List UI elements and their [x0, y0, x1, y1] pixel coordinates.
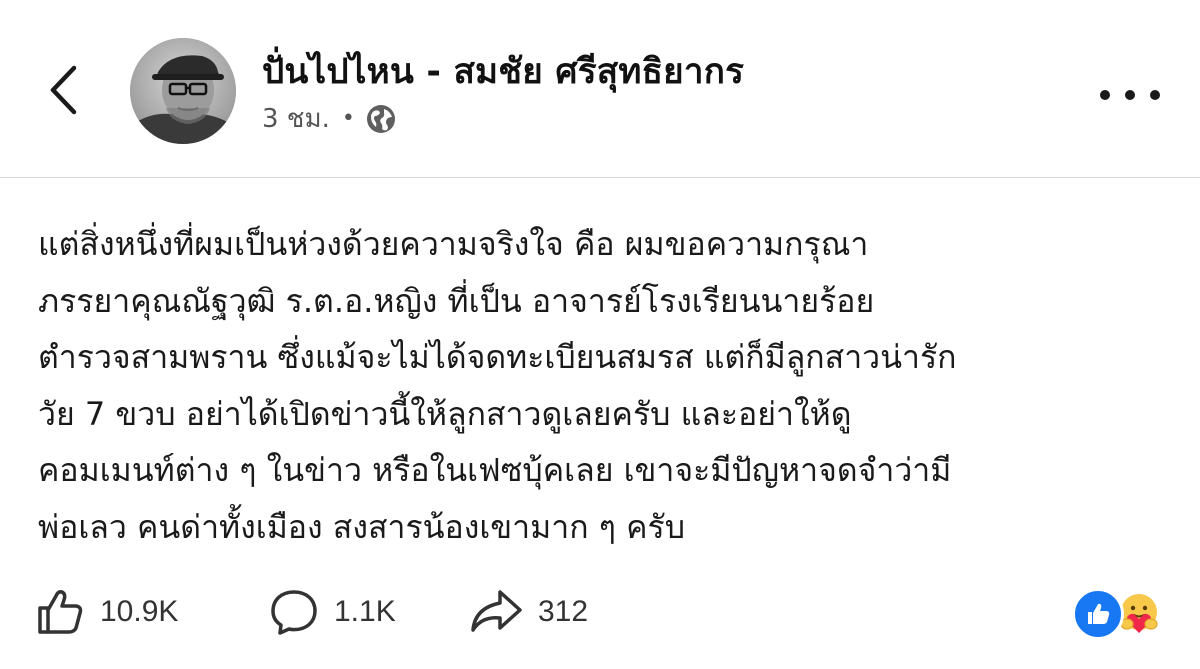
meta-separator: • [341, 106, 355, 131]
like-reaction-icon [1072, 588, 1124, 640]
avatar[interactable] [130, 38, 236, 144]
back-button[interactable] [40, 60, 86, 120]
like-button[interactable]: 10.9K [34, 580, 178, 644]
share-button[interactable]: 312 [468, 580, 588, 644]
share-count: 312 [538, 595, 589, 628]
post-text-line: พ่อเลว คนด่าทั้งเมือง สงสารน้องเขามาก ๆ … [38, 507, 686, 546]
post-text-line: แต่สิ่งหนึ่งที่ผมเป็นห่วงด้วยความจริงใจ … [38, 225, 869, 263]
more-horizontal-icon [1125, 90, 1135, 100]
like-count: 10.9K [100, 595, 179, 628]
avatar-photo [130, 38, 236, 144]
post-text-line: ภรรยาคุณณัฐวุฒิ ร.ต.อ.หญิง ที่เป็น อาจาร… [38, 281, 875, 320]
share-arrow-icon [471, 590, 522, 632]
comment-count: 1.1K [334, 595, 396, 628]
timestamp[interactable]: 3 ชม. [262, 98, 330, 139]
chevron-left-icon [50, 65, 77, 115]
post-text-line: ตำรวจสามพราน ซึ่งแม้จะไม่ได้จดทะเบียนสมร… [38, 338, 957, 376]
more-horizontal-icon [1150, 90, 1160, 100]
post-meta: 3 ชม. • [262, 98, 397, 139]
author-name[interactable]: ปั่นไปไหน - สมชัย ศรีสุทธิยากร [262, 44, 744, 99]
post-text-line: วัย 7 ขวบ อย่าได้เปิดข่าวนี้ให้ลูกสาวดูเ… [38, 394, 852, 433]
more-horizontal-icon [1100, 90, 1110, 100]
thumbs-up-icon [38, 590, 83, 634]
reactions-summary[interactable] [1072, 588, 1162, 640]
post-text-line: คอมเมนท์ต่าง ๆ ในข่าว หรือในเฟซบุ้คเลย เ… [38, 451, 952, 489]
globe-icon[interactable] [365, 103, 397, 135]
post-header: ปั่นไปไหน - สมชัย ศรีสุทธิยากร 3 ชม. • [0, 0, 1200, 178]
more-options-button[interactable] [1100, 80, 1160, 110]
comment-button[interactable]: 1.1K [268, 580, 396, 644]
post-text: แต่สิ่งหนึ่งที่ผมเป็นห่วงด้วยความจริงใจ … [38, 216, 1178, 555]
post-actions: 10.9K 1.1K 312 [0, 580, 1200, 644]
comment-bubble-icon [271, 590, 317, 635]
